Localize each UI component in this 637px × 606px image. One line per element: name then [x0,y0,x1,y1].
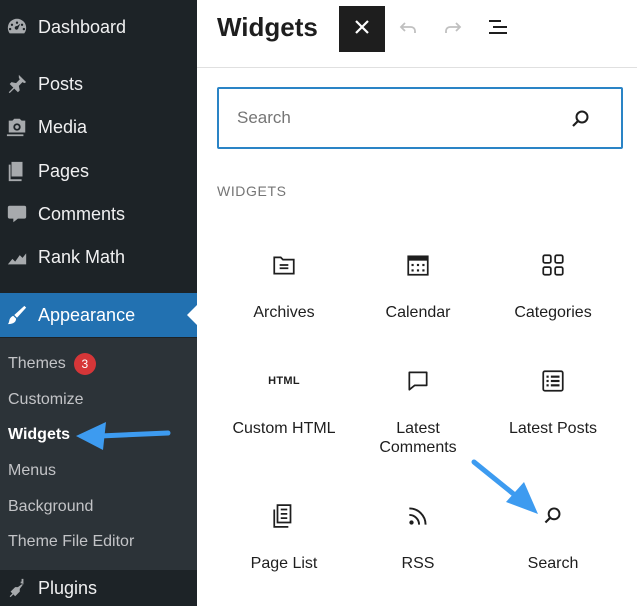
sidebar-item-posts[interactable]: Posts [0,63,197,105]
block-rss[interactable]: RSS [351,502,485,602]
block-label: Custom HTML [232,420,336,437]
redo-button[interactable] [440,16,466,42]
block-latest-posts[interactable]: Latest Posts [486,367,620,467]
redo-icon [441,15,465,44]
sidebar-item-label: Posts [38,73,84,94]
admin-sidebar: Dashboard Posts Media Pages Comments Ran… [0,0,197,606]
appearance-submenu: Themes 3 Customize Widgets Menus Backgro… [0,338,197,570]
block-label: RSS [401,555,435,572]
chart-icon [4,244,30,270]
sidebar-item-label: Pages [38,160,90,181]
sidebar-item-label: Comments [38,203,126,224]
close-inserter-button[interactable] [339,6,385,52]
block-label: Categories [514,304,592,321]
block-search[interactable]: Search [486,502,620,602]
sidebar-item-label: Media [38,116,88,137]
update-count-badge: 3 [73,353,96,375]
page-title: Widgets [217,12,318,42]
block-label: Calendar [385,304,451,321]
sidebar-item-comments[interactable]: Comments [0,193,197,235]
submenu-item-label: Customize [8,391,84,408]
submenu-item-themes[interactable]: Themes 3 [8,352,96,376]
block-latest-comments[interactable]: Latest Comments [351,367,485,467]
block-calendar[interactable]: Calendar [351,251,485,351]
pages-icon [4,158,30,184]
submenu-item-label: Theme File Editor [8,533,135,550]
block-page-list[interactable]: Page List [217,502,351,602]
list-view-button[interactable] [485,16,511,42]
brush-icon [4,302,30,328]
sidebar-item-pages[interactable]: Pages [0,150,197,192]
pin-icon [4,71,30,97]
block-custom-html[interactable]: HTML Custom HTML [217,367,351,467]
rss-icon [404,502,432,530]
categories-grid-icon [539,251,567,279]
submenu-item-theme-file-editor[interactable]: Theme File Editor [8,530,134,554]
sidebar-item-rank-math[interactable]: Rank Math [0,236,197,278]
search-icon [569,107,593,131]
submenu-item-label: Widgets [8,426,71,443]
submenu-item-widgets[interactable]: Widgets [8,423,70,447]
category-heading: WIDGETS [217,183,287,199]
block-search-field[interactable] [217,87,623,149]
submenu-item-label: Background [8,498,94,515]
comment-bubble-icon [404,367,432,395]
undo-icon [396,15,420,44]
list-view-icon [486,15,510,44]
submenu-item-label: Menus [8,462,57,479]
archive-folder-icon [270,251,298,279]
block-label: Page List [250,555,318,572]
page-list-icon [270,502,298,530]
html-glyph: HTML [268,375,300,387]
block-label: Search [527,555,579,572]
active-indicator [187,305,197,325]
block-archives[interactable]: Archives [217,251,351,351]
submenu-item-customize[interactable]: Customize [8,388,84,412]
block-label: Latest Comments [379,420,457,456]
media-icon [4,114,30,140]
submenu-item-menus[interactable]: Menus [8,459,56,483]
sidebar-item-dashboard[interactable]: Dashboard [0,6,197,48]
sidebar-item-label: Rank Math [38,246,126,267]
dashboard-icon [4,14,30,40]
sidebar-item-label: Dashboard [38,16,127,37]
sidebar-item-label: Plugins [38,577,98,598]
plugin-icon [4,575,30,601]
html-icon: HTML [268,367,300,395]
post-list-icon [539,367,567,395]
submenu-item-background[interactable]: Background [8,495,93,519]
block-label: Archives [253,304,315,321]
search-icon [539,502,567,530]
block-categories[interactable]: Categories [486,251,620,351]
calendar-icon [404,251,432,279]
search-input[interactable] [237,108,557,128]
widget-inserter-panel: Widgets WIDGETS [197,0,637,606]
sidebar-item-plugins[interactable]: Plugins [0,570,197,606]
close-icon [353,18,371,41]
sidebar-item-appearance[interactable]: Appearance [0,293,197,337]
sidebar-item-media[interactable]: Media [0,106,197,148]
comment-icon [4,201,30,227]
sidebar-item-label: Appearance [38,304,136,325]
submenu-item-label: Themes [8,355,66,372]
editor-header: Widgets [197,0,637,68]
block-label: Latest Posts [508,420,598,437]
undo-button[interactable] [395,16,421,42]
